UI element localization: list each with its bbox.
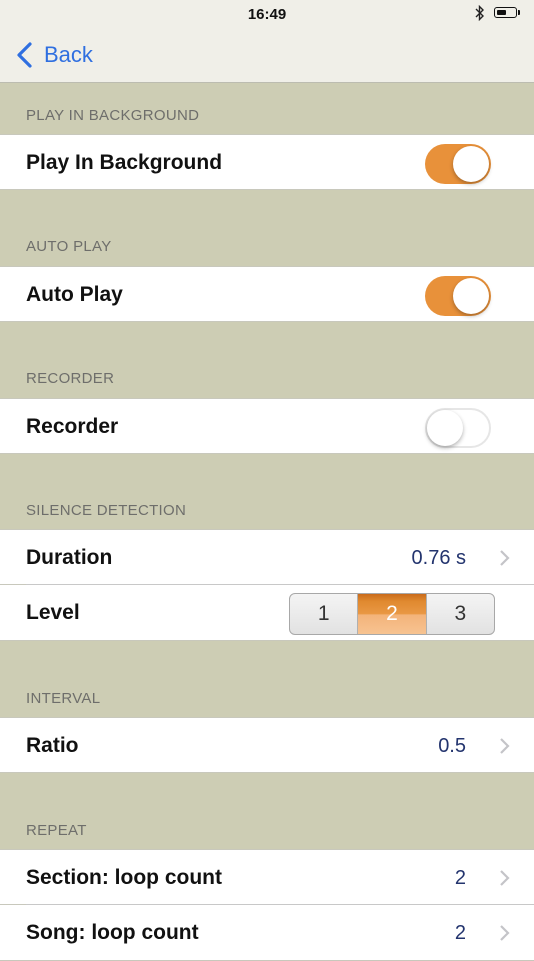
- song-loop-count-value: 2: [454, 922, 466, 944]
- level-option-3[interactable]: 3: [425, 594, 494, 634]
- toggle-knob: [453, 278, 489, 314]
- chevron-right-icon: [500, 738, 510, 754]
- row-label: Auto Play: [26, 283, 123, 306]
- section-header-auto-play: AUTO PLAY: [26, 238, 112, 255]
- back-chevron-icon: [17, 42, 32, 68]
- battery-icon: [494, 7, 517, 18]
- row-play-in-background: Play In Background: [0, 134, 534, 190]
- level-option-1[interactable]: 1: [290, 594, 357, 634]
- back-label: Back: [44, 42, 93, 67]
- row-label: Level: [26, 601, 80, 624]
- section-header-recorder: RECORDER: [26, 370, 115, 387]
- chevron-right-icon: [500, 870, 510, 886]
- row-song-loop-count[interactable]: Song: loop count 2: [0, 905, 534, 961]
- row-section-loop-count[interactable]: Section: loop count 2: [0, 849, 534, 905]
- row-recorder: Recorder: [0, 398, 534, 454]
- level-segmented-control[interactable]: 1 2 3: [289, 593, 495, 635]
- row-label: Recorder: [26, 415, 119, 438]
- row-label: Song: loop count: [26, 921, 199, 944]
- chevron-right-icon: [500, 925, 510, 941]
- toggle-knob: [427, 410, 463, 446]
- row-label: Play In Background: [26, 151, 223, 174]
- row-ratio[interactable]: Ratio 0.5: [0, 717, 534, 773]
- level-option-2[interactable]: 2: [357, 594, 426, 634]
- battery-tip: [518, 10, 520, 15]
- toggle-knob: [453, 146, 489, 182]
- row-label: Ratio: [26, 734, 79, 757]
- row-auto-play: Auto Play: [0, 266, 534, 322]
- ratio-value: 0.5: [438, 735, 466, 757]
- chevron-right-icon: [500, 550, 510, 566]
- duration-value: 0.76 s: [411, 547, 466, 569]
- section-header-silence-detection: SILENCE DETECTION: [26, 502, 187, 519]
- back-button[interactable]: Back: [14, 40, 93, 70]
- section-loop-count-value: 2: [454, 867, 466, 889]
- section-header-repeat: REPEAT: [26, 822, 87, 839]
- section-header-interval: INTERVAL: [26, 690, 101, 707]
- row-level: Level 1 2 3: [0, 585, 534, 641]
- navigation-bar: Back: [0, 28, 534, 83]
- status-time: 16:49: [247, 6, 287, 23]
- row-duration[interactable]: Duration 0.76 s: [0, 529, 534, 585]
- section-header-play-in-background: PLAY IN BACKGROUND: [26, 107, 200, 124]
- auto-play-toggle[interactable]: [425, 276, 491, 316]
- play-in-background-toggle[interactable]: [425, 144, 491, 184]
- status-bar: 16:49: [0, 0, 534, 28]
- recorder-toggle[interactable]: [425, 408, 491, 448]
- bluetooth-icon: [475, 5, 484, 21]
- row-label: Duration: [26, 546, 113, 569]
- row-label: Section: loop count: [26, 866, 222, 889]
